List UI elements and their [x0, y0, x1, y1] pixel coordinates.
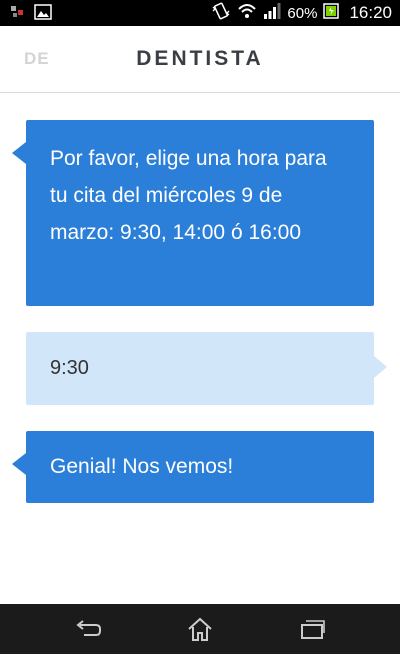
message-text: Genial! Nos vemos! — [50, 455, 234, 478]
status-bar: 60% 16:20 — [0, 0, 400, 26]
message-text: Por favor, elige una hora para tu cita d… — [50, 147, 327, 244]
wifi-icon — [237, 2, 257, 24]
home-icon[interactable] — [180, 614, 220, 644]
back-icon[interactable] — [68, 614, 108, 644]
notification-icon — [10, 4, 26, 25]
bot-message-bubble: Por favor, elige una hora para tu cita d… — [12, 120, 374, 306]
page-title: DENTISTA — [136, 47, 264, 70]
user-message-bubble: 9:30 — [26, 332, 387, 405]
message-text: 9:30 — [50, 357, 89, 379]
vibrate-icon — [211, 2, 231, 24]
recent-apps-icon[interactable] — [292, 614, 332, 644]
clock: 16:20 — [349, 3, 392, 22]
battery-icon — [323, 2, 340, 24]
image-icon — [34, 4, 52, 25]
bot-message-bubble: Genial! Nos vemos! — [12, 431, 374, 503]
app-header: DE DENTISTA — [0, 26, 400, 93]
status-bar-left — [10, 4, 52, 25]
signal-icon — [263, 2, 281, 24]
status-bar-right: 60% 16:20 — [211, 0, 392, 26]
battery-percent: 60% — [287, 4, 318, 22]
navigation-bar — [0, 604, 400, 654]
